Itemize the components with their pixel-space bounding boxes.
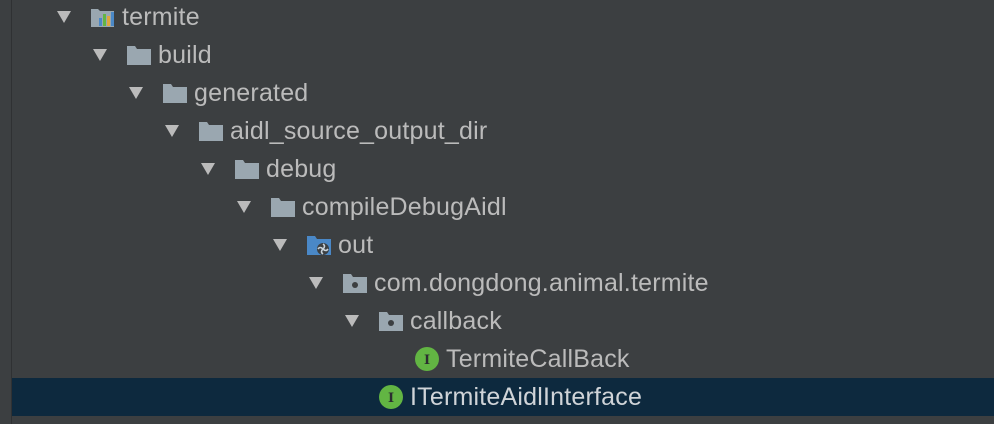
tree-node-out[interactable]: out bbox=[12, 226, 994, 264]
expand-arrow-icon[interactable] bbox=[236, 199, 252, 215]
tree-node-label: termite bbox=[122, 3, 200, 31]
tree-node-debug[interactable]: debug bbox=[12, 150, 994, 188]
tree-node-build[interactable]: build bbox=[12, 36, 994, 74]
folder-icon bbox=[162, 82, 188, 104]
tree-node-label: TermiteCallBack bbox=[446, 345, 630, 373]
tree-node-aidl-source-output-dir[interactable]: aidl_source_output_dir bbox=[12, 112, 994, 150]
interface-icon: I bbox=[378, 385, 404, 409]
tree-node-package-termite[interactable]: com.dongdong.animal.termite bbox=[12, 264, 994, 302]
tree-node-label: callback bbox=[410, 307, 502, 335]
tree-node-package-callback[interactable]: callback bbox=[12, 302, 994, 340]
tree-node-label: compileDebugAidl bbox=[302, 193, 507, 221]
expand-arrow-icon[interactable] bbox=[200, 161, 216, 177]
package-icon bbox=[342, 272, 368, 294]
expand-arrow-icon[interactable] bbox=[308, 275, 324, 291]
package-icon bbox=[378, 310, 404, 332]
tree-node-termite[interactable]: termite bbox=[12, 0, 994, 36]
tree-node-label: debug bbox=[266, 155, 337, 183]
tree-node-label: com.dongdong.animal.termite bbox=[374, 269, 709, 297]
left-gutter bbox=[0, 0, 12, 424]
expand-arrow-icon[interactable] bbox=[128, 85, 144, 101]
folder-icon bbox=[270, 196, 296, 218]
svg-text:I: I bbox=[424, 353, 430, 368]
tree-node-label: ITermiteAidlInterface bbox=[410, 383, 643, 411]
folder-icon bbox=[234, 158, 260, 180]
tree-node-itermite-aidl-interface[interactable]: I ITermiteAidlInterface bbox=[12, 378, 994, 416]
tree-node-label: generated bbox=[194, 79, 309, 107]
tree-node-termite-callback[interactable]: I TermiteCallBack bbox=[12, 340, 994, 378]
svg-text:I: I bbox=[388, 391, 394, 406]
project-tree-panel: termite build generated aidl_source_outp… bbox=[0, 0, 994, 424]
tree-node-compile-debug-aidl[interactable]: compileDebugAidl bbox=[12, 188, 994, 226]
tree-node-label: aidl_source_output_dir bbox=[230, 117, 488, 145]
interface-icon: I bbox=[414, 347, 440, 371]
expand-arrow-icon[interactable] bbox=[344, 313, 360, 329]
module-icon bbox=[90, 6, 116, 28]
tree-node-label: out bbox=[338, 231, 374, 259]
generated-sources-folder-icon bbox=[306, 234, 332, 256]
expand-arrow-icon[interactable] bbox=[92, 47, 108, 63]
folder-icon bbox=[198, 120, 224, 142]
expand-arrow-icon[interactable] bbox=[56, 9, 72, 25]
tree-node-generated[interactable]: generated bbox=[12, 74, 994, 112]
tree-node-label: build bbox=[158, 41, 212, 69]
folder-icon bbox=[126, 44, 152, 66]
expand-arrow-icon[interactable] bbox=[272, 237, 288, 253]
expand-arrow-icon[interactable] bbox=[164, 123, 180, 139]
